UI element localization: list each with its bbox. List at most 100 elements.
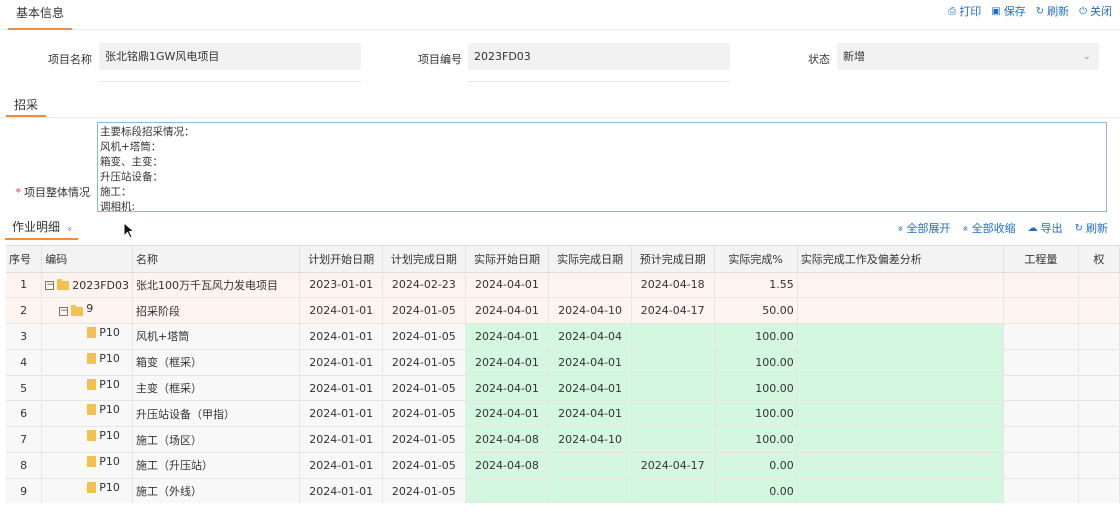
actual-end-cell[interactable]	[548, 478, 632, 503]
actual-end-cell[interactable]	[548, 452, 632, 479]
col-header[interactable]: 工程量	[1003, 246, 1079, 273]
actual-percent-cell[interactable]: 100.00	[714, 426, 798, 454]
analysis-cell[interactable]	[797, 272, 1004, 299]
plan-start-cell[interactable]: 2024-01-01	[299, 323, 384, 350]
plan-end-cell[interactable]: 2024-01-05	[382, 452, 466, 479]
quantity-cell[interactable]	[1003, 349, 1079, 376]
plan-start-cell[interactable]: 2024-01-01	[299, 478, 384, 503]
actual-percent-cell[interactable]: 100.00	[714, 349, 798, 376]
actual-percent-cell[interactable]: 0.00	[714, 452, 798, 479]
code-cell[interactable]: P10	[41, 375, 134, 402]
name-cell[interactable]: 招采阶段	[132, 297, 301, 325]
table-row[interactable]: 2−9 招采阶段 2024-01-01 2024-01-05 2024-04-01 202…	[6, 297, 1120, 325]
weight-cell[interactable]	[1078, 349, 1120, 376]
plan-end-cell[interactable]: 2024-01-05	[382, 400, 466, 428]
actual-end-cell[interactable]: 2024-04-01	[548, 375, 632, 402]
analysis-cell[interactable]	[797, 452, 1004, 479]
estimated-end-cell[interactable]: 2024-04-18	[631, 272, 715, 299]
quantity-cell[interactable]	[1003, 478, 1079, 503]
quantity-cell[interactable]	[1003, 297, 1079, 325]
weight-cell[interactable]	[1078, 426, 1120, 454]
analysis-cell[interactable]	[797, 323, 1004, 350]
plan-start-cell[interactable]: 2024-01-01	[299, 400, 384, 428]
code-cell[interactable]: P10	[41, 400, 134, 428]
col-header[interactable]: 实际完成工作及偏差分析	[797, 246, 1004, 273]
export-button[interactable]: ☁ 导出	[1028, 220, 1063, 236]
project-code-field[interactable]: 2023FD03	[468, 43, 730, 70]
actual-start-cell[interactable]: 2024-04-01	[465, 375, 550, 402]
col-header[interactable]: 实际开始日期	[465, 246, 550, 273]
plan-end-cell[interactable]: 2024-01-05	[382, 375, 466, 402]
actual-end-cell[interactable]: 2024-04-10	[548, 297, 632, 325]
actual-percent-cell[interactable]: 50.00	[714, 297, 798, 325]
project-name-field[interactable]: 张北铭鼎1GW风电项目	[99, 43, 361, 70]
table-row[interactable]: 3 P10 风机+塔筒 2024-01-01 2024-01-05 2024-04-01 2…	[6, 323, 1120, 350]
estimated-end-cell[interactable]: 2024-04-17	[631, 297, 715, 325]
weight-cell[interactable]	[1078, 452, 1120, 479]
col-header[interactable]: 编码	[41, 246, 134, 273]
status-select[interactable]: 新增 ⌄	[837, 43, 1099, 70]
actual-start-cell[interactable]: 2024-04-01	[465, 297, 550, 325]
close-button[interactable]: ⏻ 关闭	[1079, 3, 1112, 19]
estimated-end-cell[interactable]	[631, 323, 715, 350]
estimated-end-cell[interactable]	[631, 349, 715, 376]
actual-start-cell[interactable]: 2024-04-01	[465, 323, 550, 350]
actual-end-cell[interactable]	[548, 272, 632, 299]
code-cell[interactable]: P10	[41, 452, 134, 479]
weight-cell[interactable]	[1078, 323, 1120, 350]
table-row[interactable]: 7 P10 施工（场区） 2024-01-01 2024-01-05 2024-04-08…	[6, 426, 1120, 454]
col-header[interactable]: 计划开始日期	[299, 246, 384, 273]
plan-end-cell[interactable]: 2024-01-05	[382, 297, 466, 325]
quantity-cell[interactable]	[1003, 452, 1079, 479]
actual-end-cell[interactable]: 2024-04-01	[548, 400, 632, 428]
actual-start-cell[interactable]: 2024-04-08	[465, 452, 550, 479]
col-header[interactable]: 序号	[6, 246, 43, 273]
col-header[interactable]: 实际完成%	[714, 246, 798, 273]
collapse-toggle-icon[interactable]: −	[59, 307, 69, 317]
weight-cell[interactable]	[1078, 297, 1120, 325]
name-cell[interactable]: 升压站设备（甲指）	[132, 400, 301, 428]
actual-percent-cell[interactable]: 100.00	[714, 323, 798, 350]
expand-all-button[interactable]: » 全部展开	[895, 220, 951, 236]
plan-start-cell[interactable]: 2023-01-01	[299, 272, 384, 299]
save-button[interactable]: ▣ 保存	[991, 3, 1025, 19]
overall-textarea[interactable]: 主要标段招采情况： 风机+塔筒： 箱变、主变： 升压站设备： 施工： 调相机:	[97, 122, 1107, 212]
collapse-toggle-icon[interactable]: −	[45, 281, 55, 291]
quantity-cell[interactable]	[1003, 323, 1079, 350]
table-row[interactable]: 8 P10 施工（升压站） 2024-01-01 2024-01-05 2024-04-0…	[6, 452, 1120, 479]
quantity-cell[interactable]	[1003, 400, 1079, 428]
actual-percent-cell[interactable]: 100.00	[714, 375, 798, 402]
actual-end-cell[interactable]: 2024-04-01	[548, 349, 632, 376]
analysis-cell[interactable]	[797, 400, 1004, 428]
actual-start-cell[interactable]	[465, 478, 550, 503]
col-header[interactable]: 名称	[132, 246, 301, 273]
analysis-cell[interactable]	[797, 478, 1004, 503]
plan-end-cell[interactable]: 2024-01-05	[382, 349, 466, 376]
name-cell[interactable]: 施工（外线）	[132, 478, 301, 503]
code-cell[interactable]: P10	[41, 478, 134, 503]
weight-cell[interactable]	[1078, 375, 1120, 402]
plan-end-cell[interactable]: 2024-01-05	[382, 426, 466, 454]
code-cell[interactable]: − 2023FD03	[41, 272, 134, 299]
estimated-end-cell[interactable]	[631, 478, 715, 503]
code-cell[interactable]: P10	[41, 349, 134, 376]
weight-cell[interactable]	[1078, 478, 1120, 503]
estimated-end-cell[interactable]	[631, 426, 715, 454]
actual-percent-cell[interactable]: 100.00	[714, 400, 798, 428]
name-cell[interactable]: 风机+塔筒	[132, 323, 301, 350]
name-cell[interactable]: 主变（框采）	[132, 375, 301, 402]
estimated-end-cell[interactable]	[631, 400, 715, 428]
grid-title[interactable]: 作业明细 »	[5, 218, 79, 240]
plan-end-cell[interactable]: 2024-01-05	[382, 323, 466, 350]
plan-start-cell[interactable]: 2024-01-01	[299, 426, 384, 454]
quantity-cell[interactable]	[1003, 426, 1079, 454]
plan-end-cell[interactable]: 2024-02-23	[382, 272, 466, 299]
plan-start-cell[interactable]: 2024-01-01	[299, 349, 384, 376]
grid-refresh-button[interactable]: ↻ 刷新	[1075, 220, 1108, 236]
actual-percent-cell[interactable]: 0.00	[714, 478, 798, 503]
table-row[interactable]: 9 P10 施工（外线） 2024-01-01 2024-01-05 0.00	[6, 478, 1120, 503]
actual-percent-cell[interactable]: 1.55	[714, 272, 798, 299]
analysis-cell[interactable]	[797, 375, 1004, 402]
actual-start-cell[interactable]: 2024-04-01	[465, 272, 550, 299]
tab-basic-info[interactable]: 基本信息	[8, 0, 73, 30]
